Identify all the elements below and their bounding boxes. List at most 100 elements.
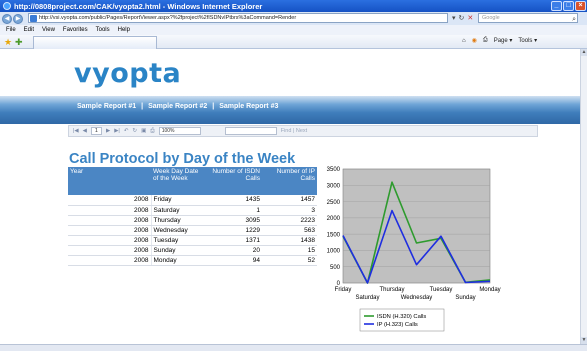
- report-nav-band: [0, 96, 580, 124]
- cell-day: Sunday: [150, 245, 207, 256]
- window-controls: _ □ ×: [551, 1, 586, 11]
- vertical-scrollbar[interactable]: ▲ ▼: [580, 49, 587, 344]
- feeds-icon[interactable]: ◉: [472, 37, 477, 44]
- table-row: 2008 Monday 94 52: [68, 255, 317, 266]
- back-button[interactable]: ◀: [2, 13, 12, 24]
- menu-bar: File Edit View Favorites Tools Help: [0, 25, 587, 35]
- url-text: http://vsi.vyopta.com/public/Pages/Repor…: [39, 15, 297, 21]
- y-tick-label: 3000: [327, 183, 341, 189]
- y-tick-label: 1000: [327, 249, 341, 255]
- last-page-icon[interactable]: ▶|: [114, 128, 120, 134]
- separator: |: [141, 103, 144, 110]
- search-input[interactable]: Google ⌕: [478, 13, 578, 23]
- window-titlebar: http://0808project.com/CAK/vyopta2.html …: [0, 0, 587, 12]
- menu-favorites[interactable]: Favorites: [63, 27, 88, 33]
- x-tick-label: Monday: [479, 287, 500, 293]
- next-page-icon[interactable]: ▶: [106, 128, 110, 134]
- scroll-up-icon[interactable]: ▲: [581, 49, 587, 56]
- x-tick-label: Sunday: [455, 295, 475, 301]
- tools-menu[interactable]: Tools ▾: [518, 37, 537, 44]
- y-tick-label: 2000: [327, 216, 341, 222]
- cell-year: 2008: [68, 225, 151, 236]
- ie-icon: [3, 2, 11, 10]
- find-next-label[interactable]: Find | Next: [281, 128, 308, 134]
- cell-isdn: 1371: [207, 235, 262, 246]
- line-chart: 0500100015002000250030003500FridaySaturd…: [327, 167, 501, 332]
- y-tick-label: 3500: [327, 167, 341, 173]
- page-menu[interactable]: Page ▾: [494, 37, 513, 44]
- scroll-down-icon[interactable]: ▼: [581, 337, 587, 344]
- refresh-report-icon[interactable]: ↻: [132, 128, 137, 134]
- table-row: 2008 Thursday 3095 2223: [68, 215, 317, 226]
- favorites-star-icon[interactable]: ★: [4, 37, 12, 48]
- menu-file[interactable]: File: [6, 27, 16, 33]
- report-title: Call Protocol by Day of the Week: [69, 151, 296, 167]
- cell-year: 2008: [68, 235, 151, 246]
- address-bar: ◀ ▶ http://vsi.vyopta.com/public/Pages/R…: [0, 12, 587, 25]
- print-icon[interactable]: ⎙: [483, 37, 488, 44]
- zoom-select[interactable]: 100%: [158, 127, 201, 135]
- forward-button[interactable]: ▶: [13, 13, 23, 24]
- print-report-icon[interactable]: ⎙: [150, 128, 154, 135]
- stop-icon[interactable]: ✕: [467, 14, 473, 23]
- dropdown-icon[interactable]: ▾: [452, 14, 456, 23]
- separator: |: [212, 103, 215, 110]
- cell-year: 2008: [68, 195, 151, 206]
- report-link-3[interactable]: Sample Report #3: [219, 103, 278, 110]
- cell-day: Friday: [150, 195, 207, 206]
- url-field[interactable]: http://vsi.vyopta.com/public/Pages/Repor…: [28, 13, 448, 23]
- find-input[interactable]: [224, 127, 277, 135]
- legend-label: IP (H.323) Calls: [377, 322, 418, 328]
- menu-view[interactable]: View: [42, 27, 55, 33]
- calls-table: Year Week Day Date of the Week Number of…: [68, 167, 317, 266]
- command-bar: ⌂ ◉ ⎙ Page ▾ Tools ▾: [462, 37, 537, 44]
- cell-day: Saturday: [150, 205, 207, 216]
- col-year: Year: [68, 167, 151, 195]
- report-links: Sample Report #1 | Sample Report #2 | Sample…: [77, 103, 278, 110]
- menu-tools[interactable]: Tools: [96, 27, 110, 33]
- cell-isdn: 94: [207, 255, 262, 266]
- refresh-icon[interactable]: ↻: [459, 14, 465, 23]
- cell-year: 2008: [68, 205, 151, 216]
- col-isdn: Number of ISDN Calls: [207, 167, 262, 195]
- table-row: 2008 Friday 1435 1457: [68, 195, 317, 206]
- page-number[interactable]: 1: [90, 127, 102, 135]
- cell-day: Thursday: [150, 215, 207, 226]
- table-header-row: Year Week Day Date of the Week Number of…: [68, 167, 317, 195]
- first-page-icon[interactable]: |◀: [73, 128, 79, 134]
- export-icon[interactable]: ▣: [141, 128, 146, 134]
- status-bar: [0, 344, 587, 351]
- cell-year: 2008: [68, 215, 151, 226]
- cell-day: Tuesday: [150, 235, 207, 246]
- cell-isdn: 1229: [207, 225, 262, 236]
- cell-isdn: 1435: [207, 195, 262, 206]
- y-tick-label: 500: [330, 265, 341, 271]
- prev-page-icon[interactable]: ◀: [83, 128, 87, 134]
- page-icon: [30, 15, 37, 22]
- browser-tab[interactable]: [33, 36, 157, 49]
- x-tick-label: Saturday: [355, 295, 379, 301]
- menu-edit[interactable]: Edit: [24, 27, 34, 33]
- menu-help[interactable]: Help: [118, 27, 130, 33]
- home-icon[interactable]: ⌂: [462, 38, 466, 44]
- minimize-button[interactable]: _: [551, 1, 562, 11]
- plot-area: [342, 168, 491, 284]
- window-title: http://0808project.com/CAK/vyopta2.html …: [14, 1, 263, 11]
- add-favorite-icon[interactable]: ✚: [15, 37, 23, 48]
- favorites-bar: ★ ✚ ⌂ ◉ ⎙ Page ▾ Tools ▾: [0, 35, 587, 49]
- report-viewer-toolbar: |◀ ◀ 1 ▶ ▶| ↶ ↻ ▣ ⎙ 100% Find | Next: [68, 125, 538, 137]
- cell-year: 2008: [68, 255, 151, 266]
- close-button[interactable]: ×: [575, 1, 586, 11]
- x-tick-label: Friday: [335, 287, 352, 293]
- report-link-2[interactable]: Sample Report #2: [148, 103, 207, 110]
- back-icon[interactable]: ↶: [124, 128, 129, 134]
- search-icon[interactable]: ⌕: [572, 15, 576, 24]
- page-menu-label: Page: [493, 38, 508, 44]
- report-link-1[interactable]: Sample Report #1: [77, 103, 136, 110]
- cell-day: Monday: [150, 255, 207, 266]
- cell-isdn: 20: [207, 245, 262, 256]
- vyopta-logo: vyopta: [74, 58, 182, 89]
- col-weekday: Week Day Date of the Week: [151, 167, 207, 195]
- search-placeholder: Google: [482, 15, 500, 21]
- maximize-button[interactable]: □: [563, 1, 574, 11]
